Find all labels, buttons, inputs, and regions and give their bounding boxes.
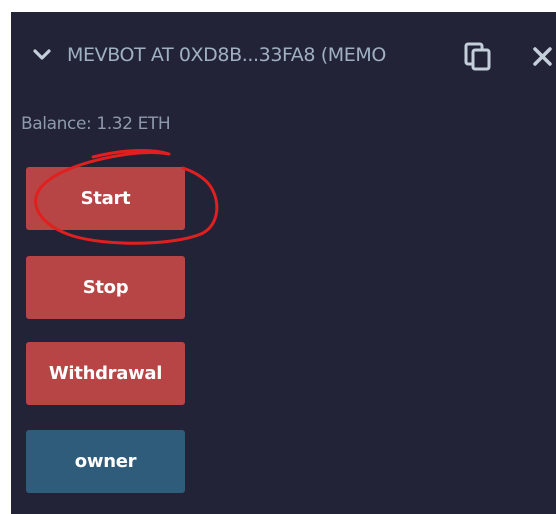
owner-button[interactable]: owner (26, 430, 185, 493)
start-button[interactable]: Start (26, 167, 185, 230)
contract-header[interactable]: MEVBOT AT 0XD8B...33FA8 (MEMO (11, 12, 556, 96)
copy-icon[interactable] (462, 40, 494, 72)
deployed-contract-panel: MEVBOT AT 0XD8B...33FA8 (MEMO Balance: 1… (11, 12, 556, 514)
balance-label: Balance: 1.32 ETH (21, 114, 171, 134)
close-icon[interactable] (531, 44, 555, 68)
withdrawal-button[interactable]: Withdrawal (26, 342, 185, 405)
stop-button[interactable]: Stop (26, 256, 185, 319)
chevron-down-icon[interactable] (33, 48, 51, 62)
contract-title: MEVBOT AT 0XD8B...33FA8 (MEMO (67, 44, 386, 66)
